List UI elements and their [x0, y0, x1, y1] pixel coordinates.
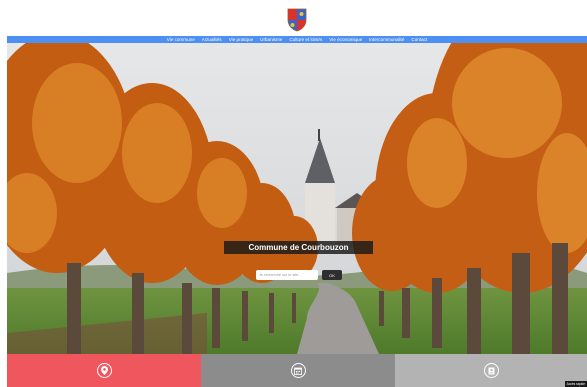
nav-item-vie-commune[interactable]: Vie commune — [167, 36, 195, 43]
quick-access-link[interactable]: Accès rapide — [564, 381, 587, 387]
search-input[interactable] — [256, 270, 318, 280]
nav-item-actualites[interactable]: Actualités — [202, 36, 222, 43]
hero-banner — [7, 43, 587, 354]
nav-item-urbanisme[interactable]: Urbanisme — [260, 36, 282, 43]
calendar-icon — [290, 363, 306, 378]
nav-item-vie-economique[interactable]: Vie économique — [329, 36, 362, 43]
page-title: Commune de Courbouzon — [224, 241, 373, 254]
tile-calendar[interactable] — [201, 354, 395, 387]
nav-item-vie-pratique[interactable]: Vie pratique — [229, 36, 253, 43]
nav-item-contact[interactable]: Contact — [411, 36, 427, 43]
search-button[interactable]: OK — [322, 270, 342, 280]
tile-contacts[interactable] — [395, 354, 587, 387]
nav-item-culture-loisirs[interactable]: Culture et loisirs — [289, 36, 322, 43]
main-nav: Vie commune Actualités Vie pratique Urba… — [7, 36, 587, 43]
map-pin-icon — [96, 363, 112, 378]
hero-photo — [7, 43, 587, 354]
contact-book-icon — [483, 363, 499, 378]
tile-location[interactable] — [7, 354, 201, 387]
coat-of-arms-icon[interactable] — [287, 8, 307, 32]
nav-item-intercommunalite[interactable]: Intercommunalité — [369, 36, 404, 43]
